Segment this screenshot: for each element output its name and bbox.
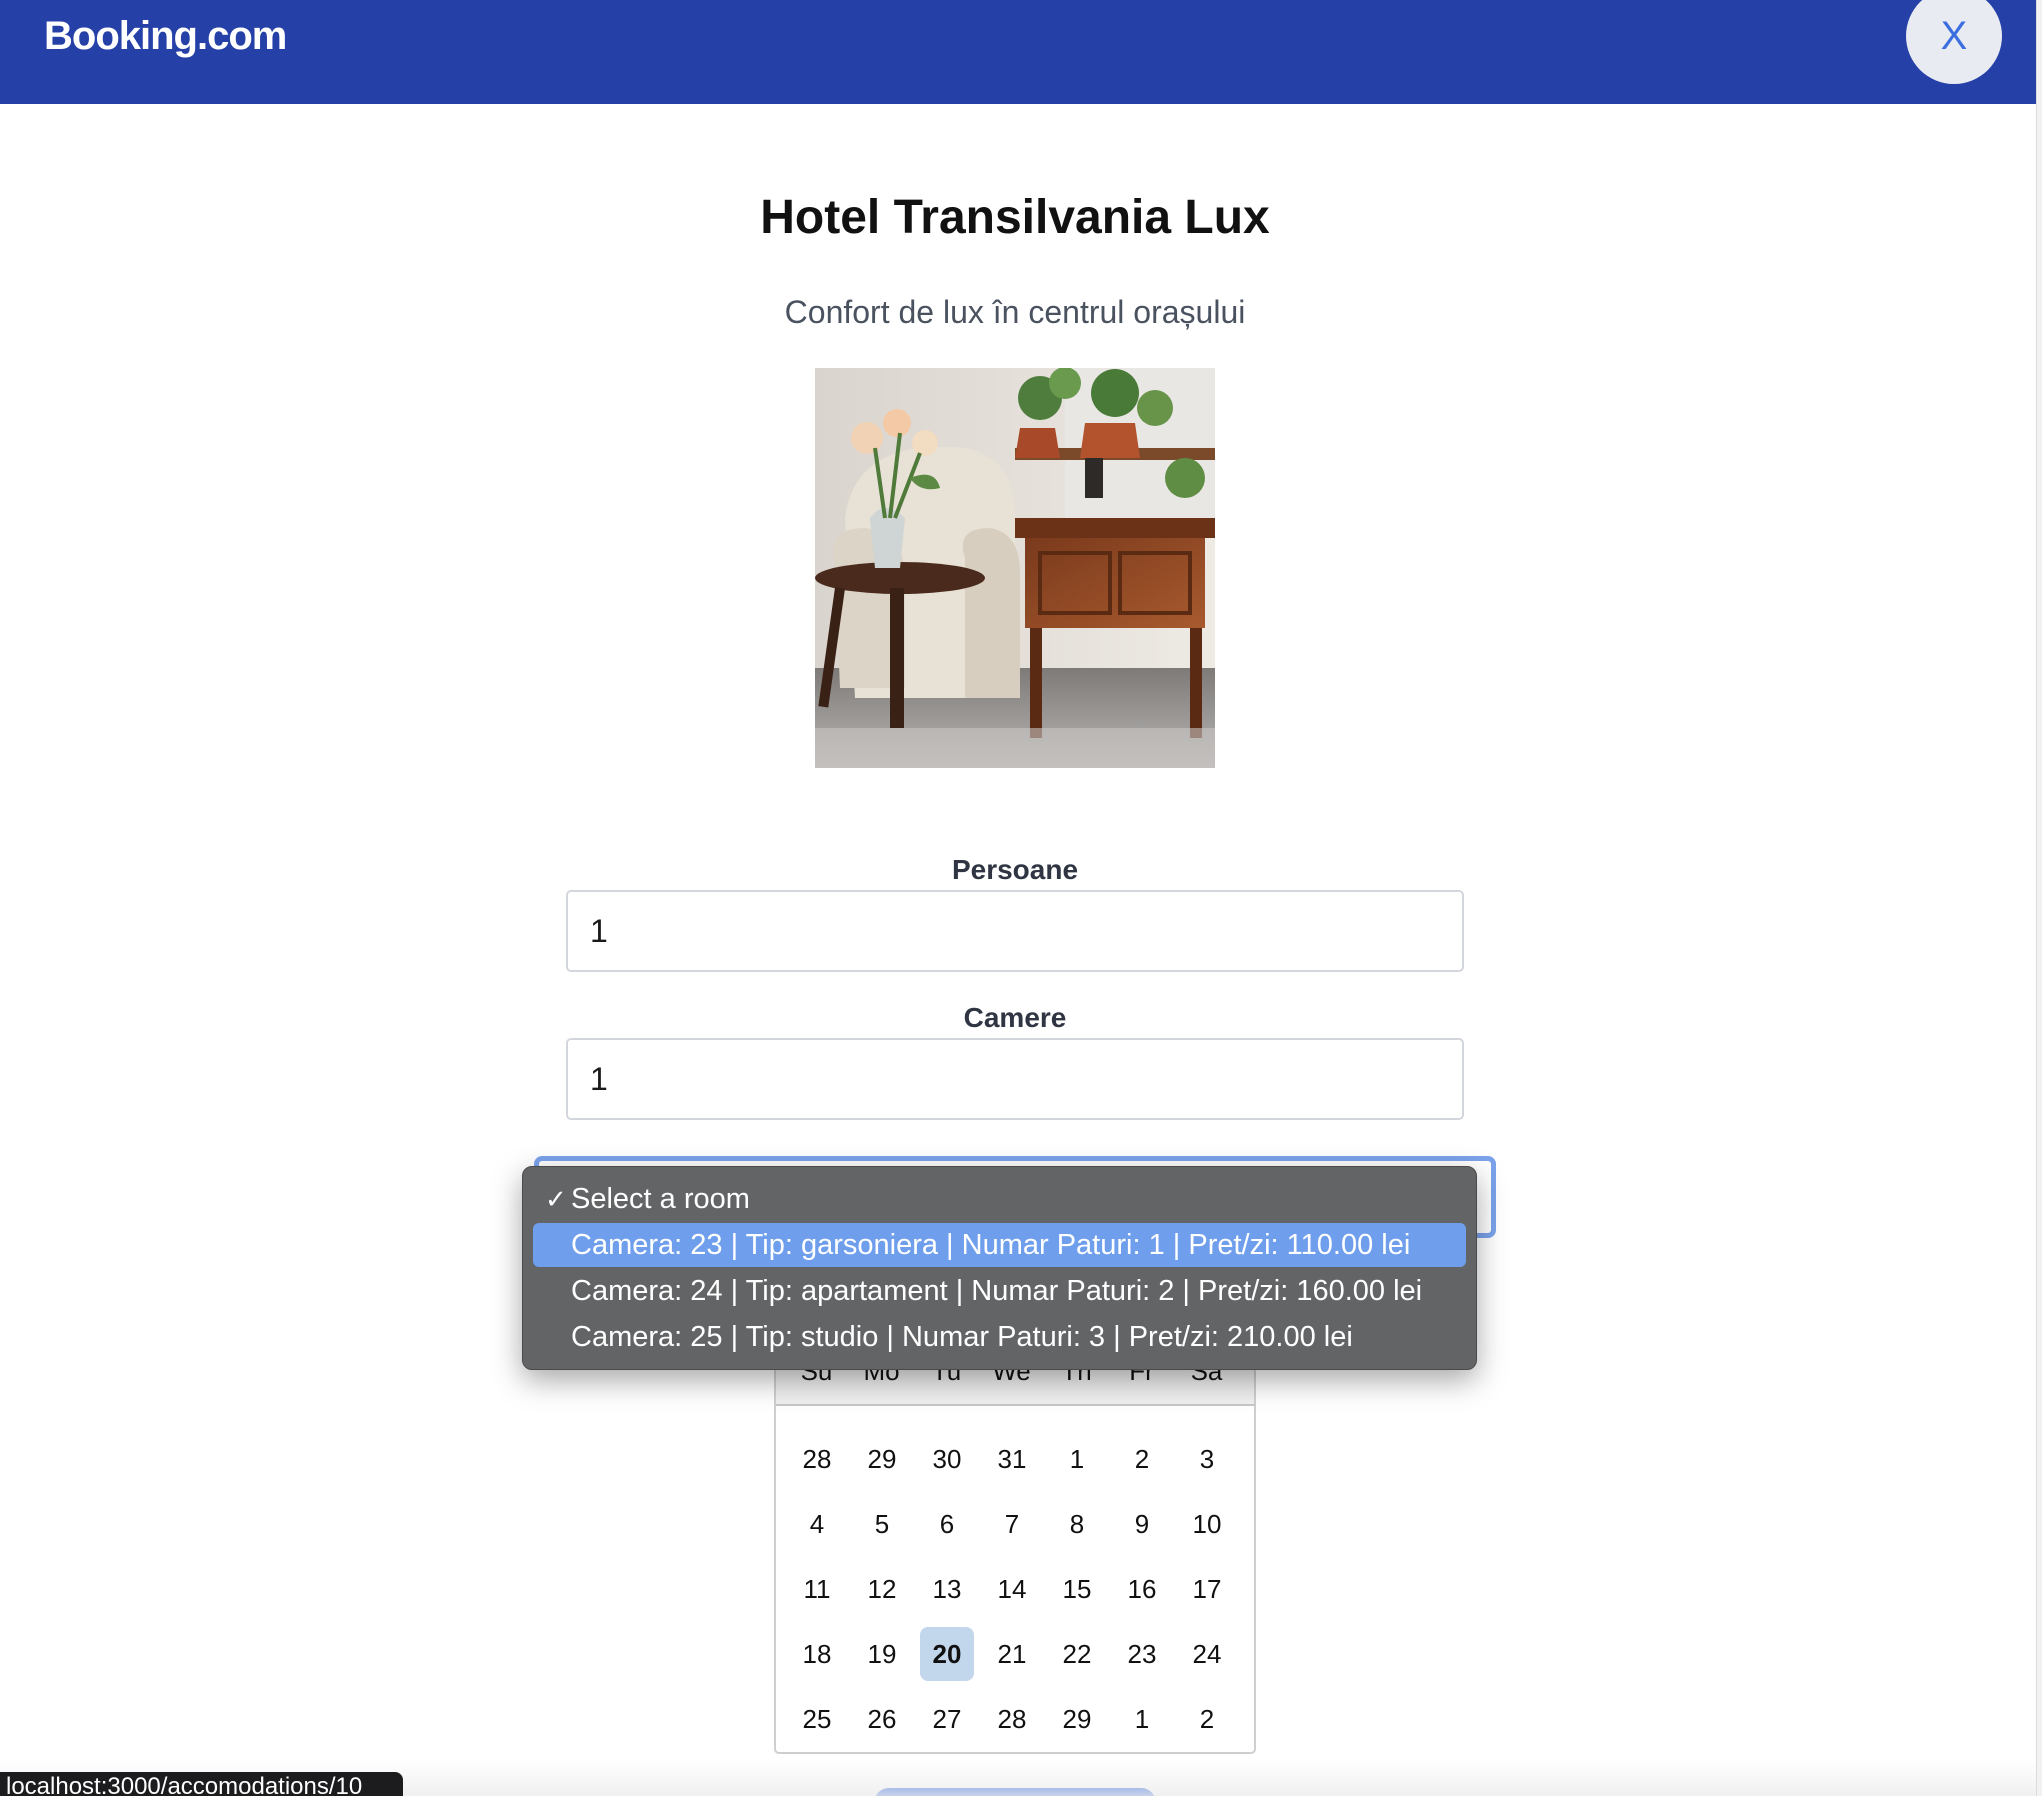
room-option-label: Select a room bbox=[571, 1183, 750, 1215]
calendar-day[interactable]: 8 bbox=[1050, 1497, 1104, 1551]
calendar-day[interactable]: 14 bbox=[985, 1562, 1039, 1616]
calendar-day[interactable]: 21 bbox=[985, 1627, 1039, 1681]
calendar-day[interactable]: 30 bbox=[920, 1432, 974, 1486]
calendar-day[interactable]: 31 bbox=[985, 1432, 1039, 1486]
room-select-dropdown: ✓ Select a room Camera: 23 | Tip: garson… bbox=[522, 1166, 1477, 1370]
calendar-day[interactable]: 26 bbox=[855, 1692, 909, 1746]
calendar-day[interactable]: 23 bbox=[1115, 1627, 1169, 1681]
hotel-name: Hotel Transilvania Lux bbox=[760, 191, 1270, 244]
calendar-day[interactable]: 19 bbox=[855, 1627, 909, 1681]
persons-input[interactable]: 1 bbox=[566, 890, 1464, 972]
brand-logo[interactable]: Booking.com bbox=[44, 14, 287, 59]
calendar-day[interactable]: 11 bbox=[790, 1562, 844, 1616]
calendar-day[interactable]: 10 bbox=[1180, 1497, 1234, 1551]
room-option-24[interactable]: Camera: 24 | Tip: apartament | Numar Pat… bbox=[533, 1269, 1466, 1313]
hotel-photo-illustration bbox=[815, 368, 1215, 768]
calendar-day[interactable]: 5 bbox=[855, 1497, 909, 1551]
calendar-day-today[interactable]: 20 bbox=[920, 1627, 974, 1681]
calendar-day[interactable]: 7 bbox=[985, 1497, 1039, 1551]
rooms-label: Camere bbox=[963, 1002, 1067, 1033]
top-navigation-bar: Booking.com bbox=[0, 0, 2036, 104]
hotel-subtitle: Confort de lux în centrul orașului bbox=[784, 294, 1246, 330]
calendar-day[interactable]: 9 bbox=[1115, 1497, 1169, 1551]
calendar-day[interactable]: 27 bbox=[920, 1692, 974, 1746]
calendar-day[interactable]: 12 bbox=[855, 1562, 909, 1616]
scrollbar-track[interactable] bbox=[2036, 0, 2042, 1796]
room-option-label: Camera: 24 | Tip: apartament | Numar Pat… bbox=[571, 1275, 1423, 1307]
calendar-day[interactable]: 15 bbox=[1050, 1562, 1104, 1616]
calendar-day[interactable]: 2 bbox=[1180, 1692, 1234, 1746]
calendar-day[interactable]: 4 bbox=[790, 1497, 844, 1551]
calendar-day[interactable]: 1 bbox=[1115, 1692, 1169, 1746]
date-picker-calendar: Su Mo Tu We Th Fr Sa 28 29 30 31 1 2 3 4… bbox=[774, 1330, 1256, 1754]
calendar-day[interactable]: 6 bbox=[920, 1497, 974, 1551]
calendar-day[interactable]: 1 bbox=[1050, 1432, 1104, 1486]
hotel-photo bbox=[815, 368, 1215, 768]
calendar-day[interactable]: 2 bbox=[1115, 1432, 1169, 1486]
calendar-day[interactable]: 16 bbox=[1115, 1562, 1169, 1616]
room-option-23[interactable]: Camera: 23 | Tip: garsoniera | Numar Pat… bbox=[533, 1223, 1466, 1267]
room-option-label: Camera: 25 | Tip: studio | Numar Paturi:… bbox=[571, 1321, 1353, 1353]
calendar-day[interactable]: 17 bbox=[1180, 1562, 1234, 1616]
calendar-day[interactable]: 24 bbox=[1180, 1627, 1234, 1681]
link-status-bar: localhost:3000/accomodations/10 bbox=[0, 1772, 403, 1796]
checkmark-icon: ✓ bbox=[545, 1184, 567, 1214]
calendar-day[interactable]: 29 bbox=[1050, 1692, 1104, 1746]
calendar-day[interactable]: 13 bbox=[920, 1562, 974, 1616]
calendar-day[interactable]: 22 bbox=[1050, 1627, 1104, 1681]
calendar-day[interactable]: 18 bbox=[790, 1627, 844, 1681]
calendar-day[interactable]: 29 bbox=[855, 1432, 909, 1486]
calendar-day[interactable]: 3 bbox=[1180, 1432, 1234, 1486]
page: Booking.com X Hotel Transilvania Lux Con… bbox=[0, 0, 2042, 1796]
room-option-label: Camera: 23 | Tip: garsoniera | Numar Pat… bbox=[571, 1229, 1411, 1261]
calendar-day[interactable]: 28 bbox=[790, 1432, 844, 1486]
calendar-day[interactable]: 25 bbox=[790, 1692, 844, 1746]
calendar-day[interactable]: 28 bbox=[985, 1692, 1039, 1746]
persons-label: Persoane bbox=[951, 854, 1079, 885]
room-option-25[interactable]: Camera: 25 | Tip: studio | Numar Paturi:… bbox=[533, 1315, 1466, 1359]
room-option-placeholder[interactable]: ✓ Select a room bbox=[533, 1177, 1466, 1221]
rooms-input[interactable]: 1 bbox=[566, 1038, 1464, 1120]
